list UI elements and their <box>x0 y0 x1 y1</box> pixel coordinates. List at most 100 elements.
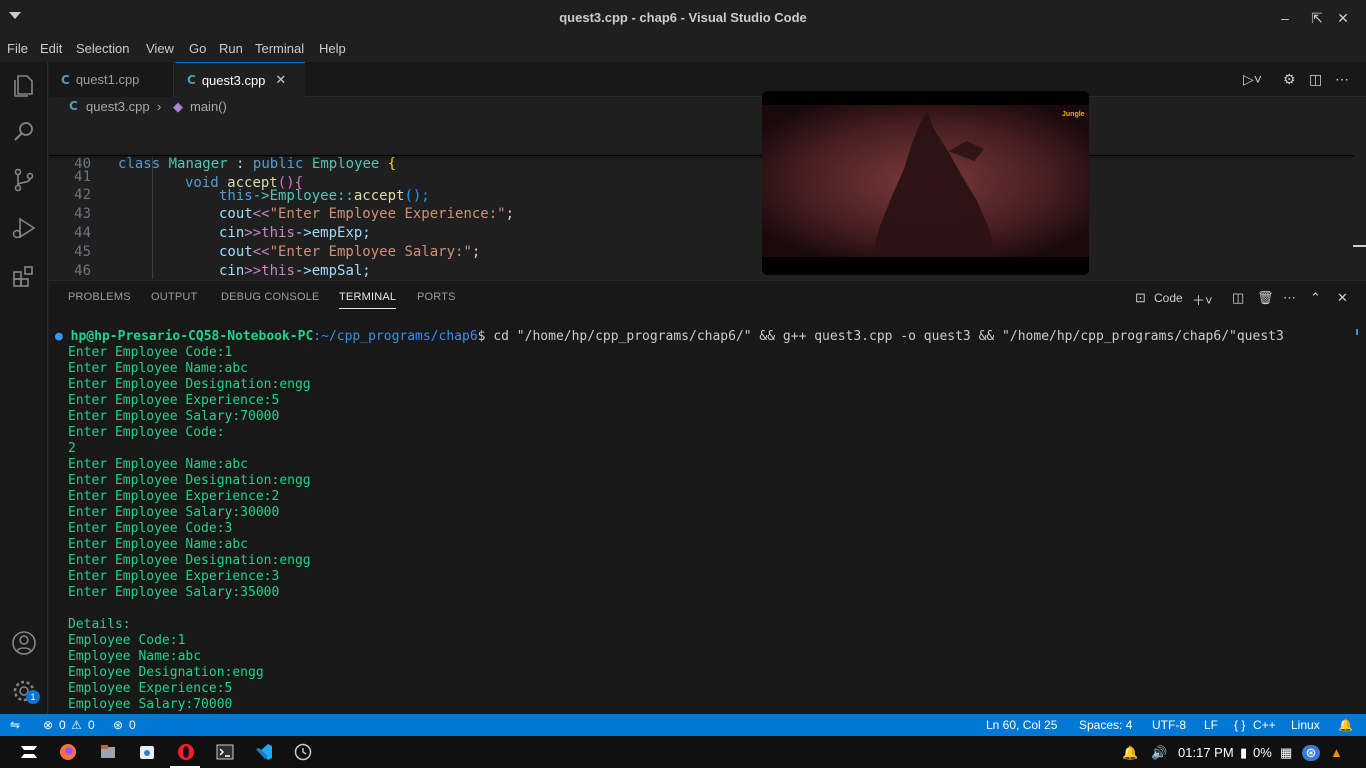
trash-icon[interactable]: 🗑 <box>1257 290 1274 306</box>
cursor-position[interactable]: Ln 60, Col 25 <box>986 718 1057 732</box>
gear-icon[interactable]: ⚙ <box>1283 71 1296 88</box>
chevron-right-icon: › <box>157 99 162 114</box>
split-terminal-icon[interactable]: ◫ <box>1232 290 1244 306</box>
error-count[interactable]: 0 <box>59 718 66 732</box>
battery-level[interactable]: 0% <box>1253 745 1272 760</box>
restore-icon[interactable]: ⇱ <box>1307 8 1327 28</box>
settings-badge: 1 <box>26 690 40 704</box>
breadcrumb-symbol[interactable]: main() <box>190 99 227 114</box>
menu-edit[interactable]: Edit <box>40 41 62 56</box>
opera-icon[interactable] <box>177 743 195 761</box>
tab-ports[interactable]: PORTS <box>417 291 456 303</box>
search-icon[interactable] <box>10 118 38 146</box>
bottom-panel: PROBLEMS OUTPUT DEBUG CONSOLE TERMINAL P… <box>49 280 1366 714</box>
menu-run[interactable]: Run <box>219 41 243 56</box>
firefox-icon[interactable] <box>59 743 77 761</box>
notifications-icon[interactable]: 🔔 <box>1122 745 1138 761</box>
cpp-file-icon: C <box>61 72 70 87</box>
ports-icon[interactable]: ⊛ <box>113 718 123 732</box>
code-editor[interactable]: 35 class Manager : public Employee { 40 … <box>49 117 1366 279</box>
terminal-prompt-line: ● hp@hp-Presario-CQ58-Notebook-PC:~/cpp_… <box>55 329 1284 345</box>
close-panel-icon[interactable]: ✕ <box>1337 290 1348 306</box>
breadcrumb: C quest3.cpp › ◆ main() <box>49 97 1366 117</box>
terminal-line: Enter Employee Code:1 <box>68 345 233 360</box>
zorin-menu-icon[interactable] <box>19 743 39 761</box>
extensions-icon[interactable] <box>10 262 38 290</box>
terminal-line: Enter Employee Experience:5 <box>68 393 280 408</box>
terminal-line: Enter Employee Code: <box>68 425 225 440</box>
indentation[interactable]: Spaces: 4 <box>1079 718 1132 732</box>
menu-view[interactable]: View <box>146 41 174 56</box>
menu-go[interactable]: Go <box>189 41 206 56</box>
code-line[interactable]: 47 <box>49 262 1354 279</box>
end-of-line[interactable]: LF <box>1204 718 1218 732</box>
minimize-icon[interactable]: – <box>1275 8 1295 28</box>
terminal-profile[interactable]: Code <box>1154 291 1183 305</box>
terminal-app-icon[interactable] <box>216 743 234 761</box>
code-line[interactable]: 45 cin>>this->empSal; <box>49 224 1354 279</box>
battery-icon[interactable]: ▮ <box>1240 745 1247 761</box>
accounts-icon[interactable] <box>10 629 38 657</box>
menu-file[interactable]: File <box>7 41 28 56</box>
signal-icon[interactable]: ▦ <box>1280 745 1292 761</box>
more-actions-icon[interactable]: ⋯ <box>1335 71 1349 88</box>
warning-count[interactable]: 0 <box>88 718 95 732</box>
menu-help[interactable]: Help <box>319 41 346 56</box>
braces-icon: { } <box>1234 718 1246 732</box>
vscode-icon[interactable] <box>255 743 273 761</box>
window-title: quest3.cpp - chap6 - Visual Studio Code <box>559 10 807 25</box>
class-name: Manager <box>168 156 228 172</box>
code-line[interactable]: 46 } <box>49 243 1354 279</box>
bell-icon[interactable]: 🔔 <box>1338 718 1353 732</box>
more-actions-icon[interactable]: ⋯ <box>1283 290 1296 306</box>
source-control-icon[interactable] <box>10 166 38 194</box>
menu-terminal[interactable]: Terminal <box>255 41 304 56</box>
terminal-line: 2 <box>68 441 76 456</box>
terminal-line: Enter Employee Experience:3 <box>68 569 280 584</box>
sticky-line[interactable]: 40 void accept(){ <box>49 136 1354 191</box>
picture-in-picture-video[interactable]: Jungle <box>762 91 1089 275</box>
close-window-icon[interactable]: ✕ <box>1333 8 1353 28</box>
explorer-icon[interactable] <box>10 72 38 100</box>
tab-label: quest1.cpp <box>75 72 140 87</box>
tab-quest1[interactable]: C quest1.cpp <box>49 62 174 97</box>
sticky-line[interactable]: 35 class Manager : public Employee { <box>49 117 1354 172</box>
code-line[interactable]: 44 cout<<"Enter Employee Salary:"; <box>49 205 1354 260</box>
vlc-icon[interactable]: ▲ <box>1330 745 1343 760</box>
new-terminal-icon[interactable]: ＋˅ <box>1192 290 1213 309</box>
error-icon[interactable]: ⊗ <box>43 718 53 732</box>
maximize-panel-icon[interactable]: ⌃ <box>1310 290 1321 306</box>
title-bar: quest3.cpp - chap6 - Visual Studio Code … <box>0 0 1366 36</box>
ports-count[interactable]: 0 <box>129 718 136 732</box>
terminal-line: Employee Code:1 <box>68 633 186 648</box>
tab-quest3[interactable]: C quest3.cpp ✕ <box>175 62 305 97</box>
close-icon[interactable]: ✕ <box>275 72 286 88</box>
remote-icon[interactable]: ⇋ <box>10 718 20 732</box>
run-play-icon[interactable]: ▷˅ <box>1243 71 1262 88</box>
tab-debug-console[interactable]: DEBUG CONSOLE <box>221 291 320 303</box>
terminal-line: Employee Name:abc <box>68 649 202 664</box>
volume-icon[interactable]: 🔊 <box>1151 745 1167 761</box>
warning-icon[interactable]: ⚠ <box>71 718 82 732</box>
tab-terminal[interactable]: TERMINAL <box>339 291 397 309</box>
breadcrumb-file[interactable]: quest3.cpp <box>86 99 150 114</box>
split-editor-icon[interactable]: ◫ <box>1309 71 1322 88</box>
bluetooth-icon[interactable]: ⊛ <box>1302 745 1320 761</box>
terminal-icon: ⊡ <box>1135 290 1146 305</box>
camera-app-icon[interactable] <box>138 743 156 761</box>
clock-time[interactable]: 01:17 PM <box>1178 745 1234 760</box>
run-debug-icon[interactable] <box>10 214 38 242</box>
video-frame <box>762 91 1089 275</box>
os-indicator[interactable]: Linux <box>1291 718 1320 732</box>
menu-selection[interactable]: Selection <box>76 41 129 56</box>
scrollbar-thumb[interactable] <box>1353 245 1366 247</box>
clock-app-icon[interactable] <box>294 743 312 761</box>
video-logo: Jungle <box>1062 111 1085 118</box>
tab-problems[interactable]: PROBLEMS <box>68 291 131 303</box>
terminal-output[interactable]: ● hp@hp-Presario-CQ58-Notebook-PC:~/cpp_… <box>49 329 1354 715</box>
terminal-line: Employee Experience:5 <box>68 681 233 696</box>
encoding[interactable]: UTF-8 <box>1152 718 1186 732</box>
language-mode[interactable]: C++ <box>1253 718 1276 732</box>
tab-output[interactable]: OUTPUT <box>151 291 197 303</box>
files-icon[interactable] <box>99 743 117 761</box>
